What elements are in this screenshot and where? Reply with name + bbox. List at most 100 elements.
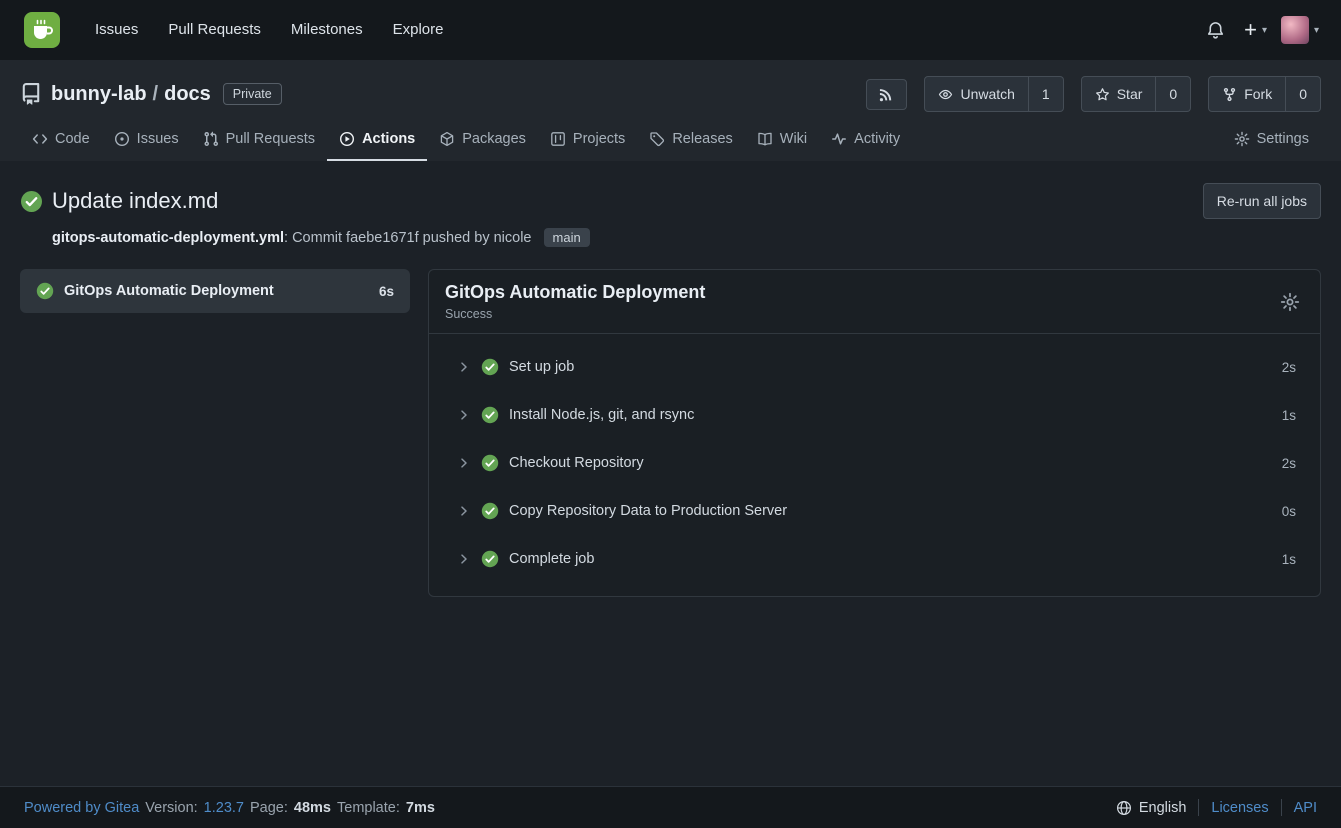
unwatch-button[interactable]: Unwatch bbox=[924, 76, 1028, 112]
fork-label: Fork bbox=[1244, 84, 1272, 104]
tab-pull-requests[interactable]: Pull Requests bbox=[191, 120, 327, 161]
tab-issues[interactable]: Issues bbox=[102, 120, 191, 161]
chevron-right-icon bbox=[457, 552, 471, 566]
tab-activity[interactable]: Activity bbox=[819, 120, 912, 161]
tab-projects-label: Projects bbox=[573, 131, 625, 147]
chevron-down-icon: ▾ bbox=[1262, 25, 1267, 36]
projects-icon bbox=[550, 131, 566, 147]
create-new-dropdown[interactable]: + ▾ bbox=[1244, 19, 1267, 41]
forks-count[interactable]: 0 bbox=[1286, 76, 1321, 112]
step-label: Install Node.js, git, and rsync bbox=[509, 404, 1272, 426]
tab-actions[interactable]: Actions bbox=[327, 120, 427, 161]
star-label: Star bbox=[1117, 84, 1143, 104]
user-menu-dropdown[interactable]: ▾ bbox=[1281, 16, 1319, 44]
chevron-right-icon bbox=[457, 360, 471, 374]
run-success-icon bbox=[20, 190, 43, 213]
nav-item-issues[interactable]: Issues bbox=[80, 0, 153, 60]
step-duration: 2s bbox=[1282, 360, 1296, 375]
nav-item-milestones[interactable]: Milestones bbox=[276, 0, 378, 60]
step-row[interactable]: Checkout Repository 2s bbox=[429, 439, 1320, 487]
rss-icon bbox=[879, 87, 894, 102]
run-meta: gitops-automatic-deployment.yml: Commit … bbox=[20, 228, 1321, 247]
repo-tabs: Code Issues Pull Requests Actions Packag… bbox=[0, 120, 1341, 161]
tab-packages[interactable]: Packages bbox=[427, 120, 538, 161]
language-menu[interactable]: English bbox=[1116, 800, 1187, 816]
job-status: Success bbox=[445, 307, 705, 321]
job-item[interactable]: GitOps Automatic Deployment 6s bbox=[20, 269, 410, 313]
releases-icon bbox=[649, 131, 665, 147]
watchers-count[interactable]: 1 bbox=[1029, 76, 1064, 112]
tab-settings-label: Settings bbox=[1257, 131, 1309, 147]
repo-title-row: bunny-lab / docs Private Unwatch 1 bbox=[0, 76, 1341, 112]
tab-projects[interactable]: Projects bbox=[538, 120, 637, 161]
activity-icon bbox=[831, 131, 847, 147]
visibility-badge: Private bbox=[223, 83, 282, 105]
run-header: Update index.md Re-run all jobs bbox=[20, 183, 1321, 219]
repo-action-buttons: Unwatch 1 Star 0 Fork 0 bbox=[866, 76, 1321, 112]
rerun-all-jobs-button[interactable]: Re-run all jobs bbox=[1203, 183, 1321, 219]
job-options-button[interactable] bbox=[1276, 288, 1304, 316]
job-name: GitOps Automatic Deployment bbox=[64, 283, 369, 299]
step-label: Set up job bbox=[509, 356, 1272, 378]
step-success-icon bbox=[481, 550, 499, 568]
tab-releases[interactable]: Releases bbox=[637, 120, 744, 161]
job-list: GitOps Automatic Deployment 6s bbox=[20, 269, 410, 313]
steps-list: Set up job 2s Install Node.js, git, and … bbox=[429, 334, 1320, 596]
version-link[interactable]: 1.23.7 bbox=[204, 800, 244, 816]
eye-icon bbox=[938, 87, 953, 102]
template-time-value: 7ms bbox=[406, 800, 435, 816]
tab-wiki[interactable]: Wiki bbox=[745, 120, 819, 161]
step-label: Complete job bbox=[509, 548, 1272, 570]
avatar bbox=[1281, 16, 1309, 44]
run-title: Update index.md bbox=[52, 188, 218, 214]
wiki-icon bbox=[757, 131, 773, 147]
version-label: Version: bbox=[145, 800, 197, 816]
stars-count[interactable]: 0 bbox=[1156, 76, 1191, 112]
job-detail-header: GitOps Automatic Deployment Success bbox=[429, 270, 1320, 334]
actions-run-view: Update index.md Re-run all jobs gitops-a… bbox=[0, 161, 1341, 786]
licenses-link[interactable]: Licenses bbox=[1211, 800, 1268, 816]
branch-badge[interactable]: main bbox=[544, 228, 590, 247]
rss-button[interactable] bbox=[866, 79, 907, 110]
job-detail-title: GitOps Automatic Deployment bbox=[445, 282, 705, 303]
nav-item-pull-requests[interactable]: Pull Requests bbox=[153, 0, 276, 60]
notifications-button[interactable] bbox=[1201, 16, 1230, 45]
nav-item-explore[interactable]: Explore bbox=[378, 0, 459, 60]
star-button-group: Star 0 bbox=[1081, 76, 1191, 112]
fork-button-group: Fork 0 bbox=[1208, 76, 1321, 112]
fork-button[interactable]: Fork bbox=[1208, 76, 1286, 112]
step-label: Copy Repository Data to Production Serve… bbox=[509, 500, 1272, 522]
gitea-logo[interactable] bbox=[24, 11, 62, 49]
step-row[interactable]: Copy Repository Data to Production Serve… bbox=[429, 487, 1320, 535]
tab-code-label: Code bbox=[55, 131, 90, 147]
watch-button-group: Unwatch 1 bbox=[924, 76, 1063, 112]
star-button[interactable]: Star bbox=[1081, 76, 1157, 112]
step-row[interactable]: Complete job 1s bbox=[429, 535, 1320, 583]
step-row[interactable]: Install Node.js, git, and rsync 1s bbox=[429, 391, 1320, 439]
star-icon bbox=[1095, 87, 1110, 102]
footer-right: English Licenses API bbox=[1116, 799, 1317, 816]
repo-name-link[interactable]: docs bbox=[164, 83, 211, 106]
job-success-icon bbox=[36, 282, 54, 300]
run-body: GitOps Automatic Deployment 6s GitOps Au… bbox=[20, 269, 1321, 597]
step-label: Checkout Repository bbox=[509, 452, 1272, 474]
powered-by-link[interactable]: Powered by Gitea bbox=[24, 800, 139, 816]
api-link[interactable]: API bbox=[1294, 800, 1317, 816]
repo-owner-link[interactable]: bunny-lab bbox=[51, 83, 147, 106]
chevron-right-icon bbox=[457, 504, 471, 518]
step-duration: 1s bbox=[1282, 552, 1296, 567]
navbar-right: + ▾ ▾ bbox=[1201, 16, 1325, 45]
step-row[interactable]: Set up job 2s bbox=[429, 343, 1320, 391]
step-duration: 2s bbox=[1282, 456, 1296, 471]
repo-header: bunny-lab / docs Private Unwatch 1 bbox=[0, 60, 1341, 161]
repo-path-separator: / bbox=[153, 83, 159, 106]
tabs-spacer bbox=[912, 120, 1222, 161]
packages-icon bbox=[439, 131, 455, 147]
actions-icon bbox=[339, 131, 355, 147]
workflow-file-link[interactable]: gitops-automatic-deployment.yml bbox=[52, 230, 284, 246]
tab-settings[interactable]: Settings bbox=[1222, 120, 1321, 161]
chevron-right-icon bbox=[457, 456, 471, 470]
chevron-down-icon: ▾ bbox=[1314, 25, 1319, 36]
tab-code[interactable]: Code bbox=[20, 120, 102, 161]
pull-request-icon bbox=[203, 131, 219, 147]
